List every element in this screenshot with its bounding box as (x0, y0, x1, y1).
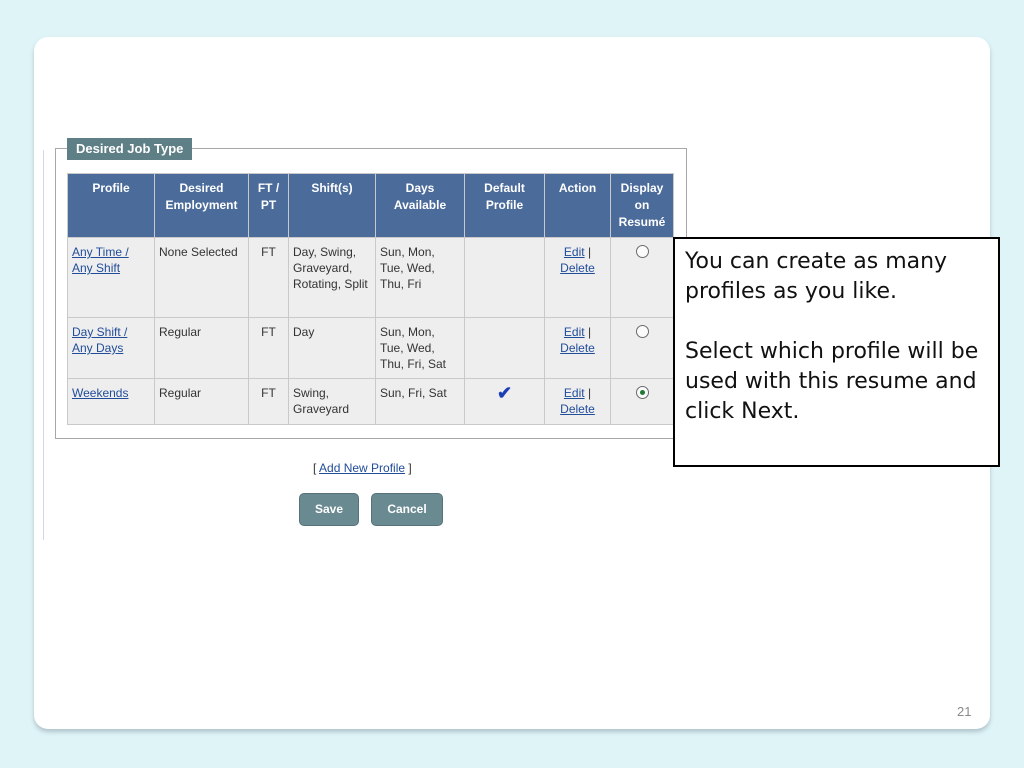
action-separator: | (587, 325, 592, 339)
table-row: Weekends Regular FT Swing, Graveyard Sun… (67, 378, 674, 425)
cell-action: Edit | Delete (544, 317, 611, 379)
cell-employment: None Selected (154, 237, 249, 318)
profile-link[interactable]: Day Shift / Any Days (72, 325, 127, 355)
table-row: Day Shift / Any Days Regular FT Day Sun,… (67, 317, 674, 379)
cell-profile: Weekends (67, 378, 155, 425)
table-row: Any Time / Any Shift None Selected FT Da… (67, 237, 674, 318)
cell-shifts: Day (288, 317, 376, 379)
edit-link[interactable]: Edit (564, 325, 585, 339)
col-header-days: Days Available (375, 173, 465, 238)
cell-action: Edit | Delete (544, 378, 611, 425)
col-header-display: Display on Resumé (610, 173, 674, 238)
col-header-profile: Profile (67, 173, 155, 238)
cell-ftpt: FT (248, 237, 289, 318)
cell-default (464, 237, 545, 318)
cell-default: ✔ (464, 378, 545, 425)
display-radio-selected[interactable] (635, 386, 649, 399)
col-header-default: Default Profile (464, 173, 545, 238)
table-header-row: Profile Desired Employment FT / PT Shift… (67, 173, 674, 238)
callout-text-2: Select which profile will be used with t… (685, 339, 979, 424)
action-separator: | (587, 386, 592, 400)
col-header-ftpt: FT / PT (248, 173, 289, 238)
edit-link[interactable]: Edit (564, 245, 585, 259)
delete-link[interactable]: Delete (560, 402, 595, 416)
cell-shifts: Day, Swing, Graveyard, Rotating, Split (288, 237, 376, 318)
display-radio[interactable] (635, 245, 649, 258)
cell-display (610, 237, 674, 318)
save-button[interactable]: Save (299, 493, 359, 526)
add-new-profile-link[interactable]: Add New Profile (319, 461, 405, 475)
cancel-button[interactable]: Cancel (371, 493, 443, 526)
action-separator: | (587, 245, 592, 259)
page-number: 21 (957, 704, 972, 719)
profiles-table: Profile Desired Employment FT / PT Shift… (67, 173, 674, 425)
display-radio[interactable] (635, 325, 649, 338)
cell-display (610, 317, 674, 379)
bracket-open: [ (313, 461, 317, 475)
cell-ftpt: FT (248, 317, 289, 379)
cell-action: Edit | Delete (544, 237, 611, 318)
callout-text-1: You can create as many profiles as you l… (685, 249, 948, 304)
cell-days: Sun, Fri, Sat (375, 378, 465, 425)
cell-days: Sun, Mon, Tue, Wed, Thu, Fri (375, 237, 465, 318)
cell-default (464, 317, 545, 379)
section-legend: Desired Job Type (67, 138, 193, 160)
delete-link[interactable]: Delete (560, 341, 595, 355)
content-left-edge (43, 150, 44, 540)
edit-link[interactable]: Edit (564, 386, 585, 400)
default-check-icon: ✔ (496, 383, 513, 403)
cell-employment: Regular (154, 317, 249, 379)
col-header-employment: Desired Employment (154, 173, 249, 238)
cell-ftpt: FT (248, 378, 289, 425)
profile-link[interactable]: Weekends (72, 386, 128, 400)
col-header-shifts: Shift(s) (288, 173, 376, 238)
cell-employment: Regular (154, 378, 249, 425)
add-new-profile: [ Add New Profile ] (313, 461, 412, 475)
cell-profile: Day Shift / Any Days (67, 317, 155, 379)
cell-profile: Any Time / Any Shift (67, 237, 155, 318)
callout-box: You can create as many profiles as you l… (673, 237, 1000, 467)
cell-display (610, 378, 674, 425)
cell-shifts: Swing, Graveyard (288, 378, 376, 425)
profile-link[interactable]: Any Time / Any Shift (72, 245, 129, 275)
bracket-close: ] (408, 461, 412, 475)
col-header-action: Action (544, 173, 611, 238)
delete-link[interactable]: Delete (560, 261, 595, 275)
cell-days: Sun, Mon, Tue, Wed, Thu, Fri, Sat (375, 317, 465, 379)
